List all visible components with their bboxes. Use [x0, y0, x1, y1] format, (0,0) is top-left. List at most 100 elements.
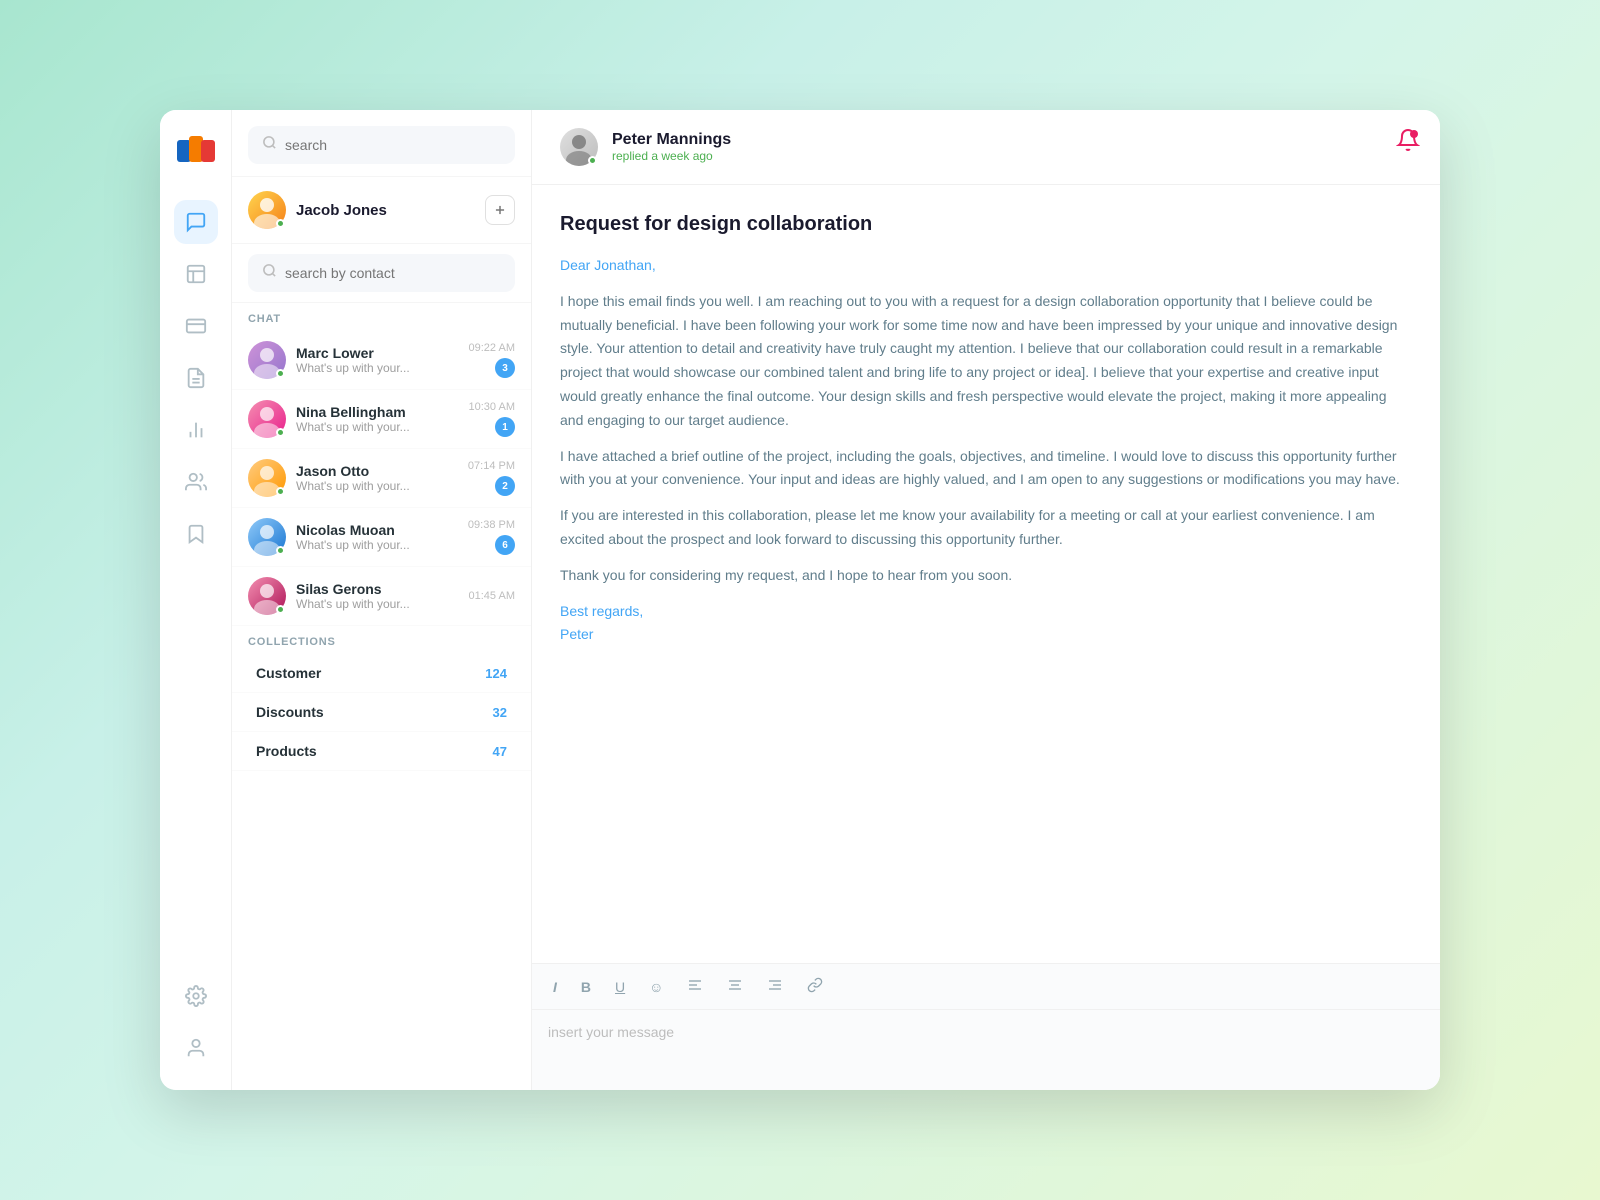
main-content: Peter Mannings replied a week ago Reques… — [532, 110, 1440, 1090]
contact-search-wrap — [248, 254, 515, 292]
sidebar-item-team[interactable] — [174, 460, 218, 504]
chat-avatar-wrap — [248, 341, 286, 379]
collection-item[interactable]: Customer 124 — [232, 654, 531, 693]
chat-avatar-wrap — [248, 518, 286, 556]
align-right-button[interactable] — [762, 974, 788, 999]
chat-badge: 3 — [495, 358, 515, 378]
email-subject: Request for design collaboration — [560, 213, 1412, 236]
chat-name: Jason Otto — [296, 463, 458, 479]
inbox-user: Jacob Jones — [248, 191, 387, 229]
chat-name: Silas Gerons — [296, 581, 459, 597]
notification-bell[interactable] — [1396, 128, 1420, 157]
underline-button[interactable]: U — [610, 976, 630, 998]
chat-meta: Silas Gerons What's up with your... — [296, 581, 459, 611]
chat-preview: What's up with your... — [296, 479, 458, 493]
chat-badge: 2 — [495, 476, 515, 496]
bold-button[interactable]: B — [576, 976, 596, 998]
sidebar-item-chat[interactable] — [174, 200, 218, 244]
chat-meta: Nina Bellingham What's up with your... — [296, 404, 459, 434]
chat-time: 01:45 AM — [469, 590, 515, 602]
chat-online-dot — [276, 369, 285, 378]
search-icon — [262, 135, 277, 155]
contact-search-area — [232, 244, 531, 303]
collection-count: 124 — [485, 666, 507, 681]
collection-count: 32 — [493, 705, 507, 720]
chat-item[interactable]: Silas Gerons What's up with your... 01:4… — [232, 567, 531, 626]
chat-meta: Jason Otto What's up with your... — [296, 463, 458, 493]
chat-time: 10:30 AM — [469, 401, 515, 413]
chat-avatar-wrap — [248, 577, 286, 615]
chat-badge: 6 — [495, 535, 515, 555]
sidebar-item-bookmark[interactable] — [174, 512, 218, 556]
italic-button[interactable]: I — [548, 976, 562, 998]
email-paragraph-4: Thank you for considering my request, an… — [560, 564, 1412, 588]
contact-search-icon — [262, 263, 277, 283]
collection-count: 47 — [493, 744, 507, 759]
align-left-button[interactable] — [682, 974, 708, 999]
sidebar-item-document[interactable] — [174, 356, 218, 400]
chat-item[interactable]: Nina Bellingham What's up with your... 1… — [232, 390, 531, 449]
sender-online-indicator — [588, 156, 597, 165]
chat-list: Marc Lower What's up with your... 09:22 … — [232, 331, 531, 1090]
chat-item[interactable]: Jason Otto What's up with your... 07:14 … — [232, 449, 531, 508]
email-header: Peter Mannings replied a week ago — [532, 110, 1440, 185]
chat-right: 09:22 AM 3 — [469, 342, 515, 378]
chat-right: 01:45 AM — [469, 590, 515, 602]
align-center-button[interactable] — [722, 974, 748, 999]
chat-meta: Marc Lower What's up with your... — [296, 345, 459, 375]
email-paragraph-3: If you are interested in this collaborat… — [560, 504, 1412, 552]
chat-preview: What's up with your... — [296, 420, 459, 434]
chat-section-label: CHAT — [232, 303, 531, 331]
chat-name: Marc Lower — [296, 345, 459, 361]
inbox-user-name: Jacob Jones — [296, 202, 387, 219]
sidebar-item-user[interactable] — [174, 1026, 218, 1070]
chat-avatar-wrap — [248, 400, 286, 438]
chat-preview: What's up with your... — [296, 538, 458, 552]
collections-section: Customer 124 Discounts 32 Products 47 — [232, 654, 531, 781]
top-search-area — [232, 110, 531, 177]
chat-online-dot — [276, 605, 285, 614]
logo — [175, 130, 217, 172]
sidebar-item-card[interactable] — [174, 304, 218, 348]
collection-name: Products — [256, 743, 317, 759]
link-button[interactable] — [802, 974, 828, 999]
chat-time: 09:22 AM — [469, 342, 515, 354]
sender-info: Peter Mannings replied a week ago — [612, 131, 1412, 163]
inbox-header: Jacob Jones — [232, 177, 531, 244]
collection-name: Discounts — [256, 704, 324, 720]
chat-preview: What's up with your... — [296, 597, 459, 611]
compose-toolbar: I B U ☺ — [532, 964, 1440, 1010]
sender-status: replied a week ago — [612, 149, 1412, 163]
sidebar-item-inbox[interactable] — [174, 252, 218, 296]
sender-avatar-wrap — [560, 128, 598, 166]
search-input[interactable] — [285, 137, 501, 153]
jacob-avatar-wrap — [248, 191, 286, 229]
sidebar-item-chart[interactable] — [174, 408, 218, 452]
chat-time: 07:14 PM — [468, 460, 515, 472]
chat-name: Nina Bellingham — [296, 404, 459, 420]
email-body: Request for design collaboration Dear Jo… — [532, 185, 1440, 963]
collection-item[interactable]: Discounts 32 — [232, 693, 531, 732]
chat-right: 10:30 AM 1 — [469, 401, 515, 437]
compose-input[interactable]: insert your message — [532, 1010, 1440, 1090]
compose-button[interactable] — [485, 195, 515, 225]
collection-item[interactable]: Products 47 — [232, 732, 531, 771]
chat-online-dot — [276, 428, 285, 437]
chat-item[interactable]: Marc Lower What's up with your... 09:22 … — [232, 331, 531, 390]
online-indicator — [276, 219, 285, 228]
email-paragraph-2: I have attached a brief outline of the p… — [560, 445, 1412, 493]
collections-section-label: COLLECTIONS — [232, 626, 531, 654]
chat-item[interactable]: Nicolas Muoan What's up with your... 09:… — [232, 508, 531, 567]
email-greeting: Dear Jonathan, — [560, 254, 1412, 278]
app-container: Jacob Jones CHAT — [160, 110, 1440, 1090]
chat-meta: Nicolas Muoan What's up with your... — [296, 522, 458, 552]
emoji-button[interactable]: ☺ — [644, 976, 668, 998]
email-signoff: Best regards, Peter — [560, 600, 1412, 648]
chat-badge: 1 — [495, 417, 515, 437]
chat-avatar-wrap — [248, 459, 286, 497]
collection-name: Customer — [256, 665, 321, 681]
chat-name: Nicolas Muoan — [296, 522, 458, 538]
sidebar-item-settings[interactable] — [174, 974, 218, 1018]
contact-search-input[interactable] — [285, 265, 501, 281]
chat-online-dot — [276, 487, 285, 496]
